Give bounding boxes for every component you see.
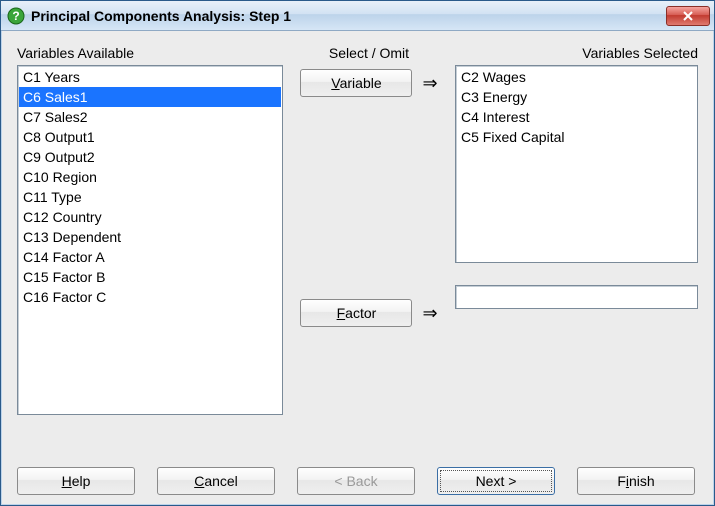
list-item[interactable]: C7 Sales2 <box>19 107 281 127</box>
list-item[interactable]: C4 Interest <box>457 107 696 127</box>
titlebar: ? Principal Components Analysis: Step 1 <box>1 1 714 31</box>
window-title: Principal Components Analysis: Step 1 <box>31 8 666 24</box>
dialog-content: Variables Available C1 YearsC6 Sales1C7 … <box>1 31 714 505</box>
arrow-icon: ⇒ <box>422 303 437 324</box>
selected-label: Variables Selected <box>455 45 698 61</box>
list-item[interactable]: C8 Output1 <box>19 127 281 147</box>
help-icon: ? <box>7 7 25 25</box>
list-item[interactable]: C9 Output2 <box>19 147 281 167</box>
list-item[interactable]: C1 Years <box>19 67 281 87</box>
button-row: Help Cancel < Back Next > Finish <box>17 453 698 495</box>
available-label: Variables Available <box>17 45 283 61</box>
next-button[interactable]: Next > <box>437 467 555 495</box>
svg-text:?: ? <box>12 9 19 23</box>
list-item[interactable]: C14 Factor A <box>19 247 281 267</box>
list-item[interactable]: C5 Fixed Capital <box>457 127 696 147</box>
variable-button[interactable]: Variable <box>300 69 412 97</box>
list-item[interactable]: C11 Type <box>19 187 281 207</box>
back-button: < Back <box>297 467 415 495</box>
available-listbox[interactable]: C1 YearsC6 Sales1C7 Sales2C8 Output1C9 O… <box>17 65 283 415</box>
finish-button[interactable]: Finish <box>577 467 695 495</box>
list-item[interactable]: C6 Sales1 <box>19 87 281 107</box>
list-item[interactable]: C15 Factor B <box>19 267 281 287</box>
arrow-icon: ⇒ <box>422 73 437 94</box>
dialog-window: ? Principal Components Analysis: Step 1 … <box>0 0 715 506</box>
list-item[interactable]: C16 Factor C <box>19 287 281 307</box>
list-item[interactable]: C3 Energy <box>457 87 696 107</box>
close-button[interactable] <box>666 6 710 26</box>
cancel-button[interactable]: Cancel <box>157 467 275 495</box>
list-item[interactable]: C2 Wages <box>457 67 696 87</box>
selectomit-label: Select / Omit <box>329 45 409 61</box>
help-button[interactable]: Help <box>17 467 135 495</box>
list-item[interactable]: C10 Region <box>19 167 281 187</box>
factor-input[interactable] <box>455 285 698 309</box>
selected-listbox[interactable]: C2 WagesC3 EnergyC4 InterestC5 Fixed Cap… <box>455 65 698 263</box>
factor-button[interactable]: Factor <box>300 299 412 327</box>
list-item[interactable]: C12 Country <box>19 207 281 227</box>
list-item[interactable]: C13 Dependent <box>19 227 281 247</box>
